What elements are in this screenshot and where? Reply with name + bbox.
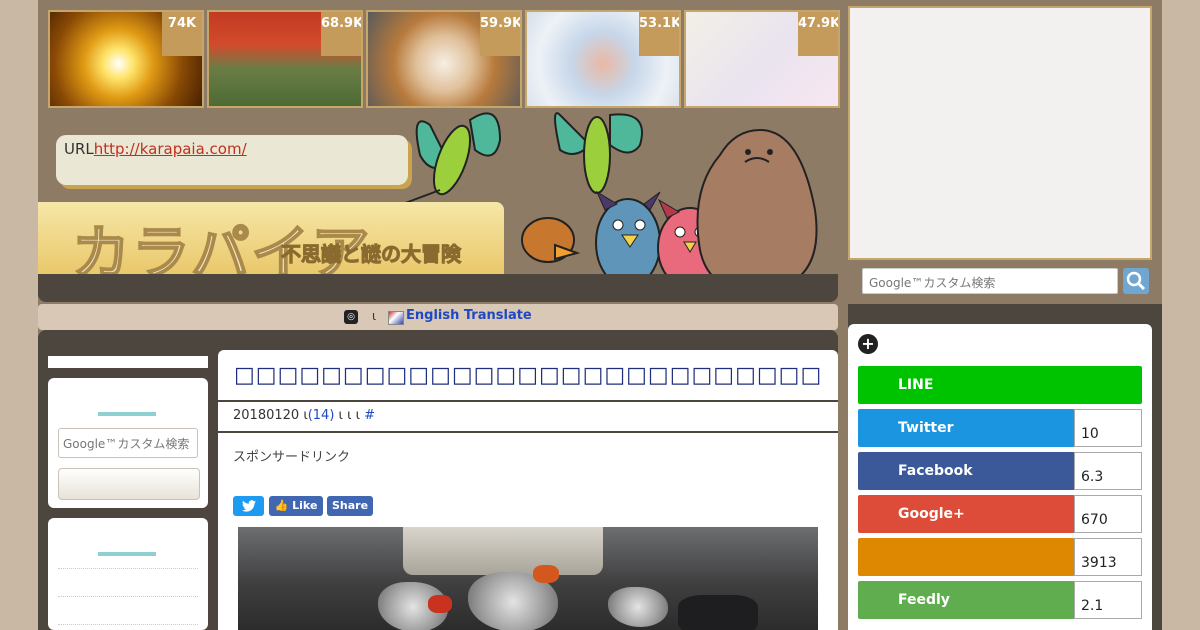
article-image [238,527,818,630]
url-label: URL [64,140,94,158]
share-row-hatena[interactable]: 3913 [858,538,1142,576]
article-meta: 20180120 ι(14) ι ι ι # [233,408,375,423]
share-row-feedly[interactable]: Feedly 2.1 [858,581,1142,619]
sidebar-list-widget [48,518,208,630]
sidebar-search-input[interactable]: Google™カスタム検索 [58,428,198,458]
list-divider [58,596,198,597]
site-tagline: 不思議と謎の大冒険 [281,242,462,267]
googleplus-share-button[interactable]: Google+ [858,495,1075,533]
bookmark-share-button[interactable] [858,538,1075,576]
meta-divider [218,431,838,433]
site-logo-banner[interactable]: カラパイア 不思議と謎の大冒険 [38,202,504,288]
foil-shape [608,587,668,627]
list-divider [58,624,198,625]
line-share-button[interactable]: LINE [858,366,1142,404]
like-label: Like [292,499,318,512]
search-icon [1126,271,1146,291]
plus-icon[interactable]: + [858,334,878,354]
facebook-share-count: 6.3 [1074,452,1142,490]
search-button[interactable] [1123,268,1149,294]
header-bottom-band [38,274,838,302]
list-divider [58,568,198,569]
rock-shape [678,595,758,630]
title-divider [218,400,838,402]
header-search-input[interactable]: Google™カスタム検索 [862,268,1118,294]
feedly-share-button[interactable]: Feedly [858,581,1075,619]
comment-count-link[interactable]: (14) [308,408,335,423]
english-translate-link[interactable]: English Translate [406,308,532,323]
widget-heading-bar [98,412,156,416]
facebook-like-button[interactable]: 👍 Like [269,496,323,516]
tweet-button[interactable] [233,496,264,516]
share-count-panel: + LINE Twitter 10 Facebook 6.3 Google+ 6… [848,324,1152,630]
article-date: 20180120 [233,408,300,423]
share-row-facebook[interactable]: Facebook 6.3 [858,452,1142,490]
bookmark-share-count: 3913 [1074,538,1142,576]
lab-tube-shape [403,527,603,575]
butterfly-mascot-icon [399,112,502,206]
sponsored-link-label: スポンサードリンク [233,450,351,465]
permalink-hash-link[interactable]: # [364,408,375,423]
site-url-box: URLhttp://karapaia.com/ [56,135,408,185]
translate-bar: ◎ ι English Translate [38,304,838,330]
twitter-share-button[interactable]: Twitter [858,409,1075,447]
feedly-share-count: 2.1 [1074,581,1142,619]
sidebar-search-button[interactable] [58,468,200,500]
brown-blob-mascot-icon [696,128,818,293]
share-row-line[interactable]: LINE [858,366,1142,404]
translate-separator: ι [372,309,377,323]
twitter-bird-icon [241,500,256,512]
twitter-share-count: 10 [1074,409,1142,447]
thumbs-up-icon: 👍 [274,499,289,512]
sidebar-header-strip [48,356,208,368]
article-title[interactable]: □□□□□□□□□□□□□□□□□□□□□□□□□□□□□□□□□□□□□□ [234,363,822,388]
share-row-twitter[interactable]: Twitter 10 [858,409,1142,447]
widget-heading-bar [98,552,156,556]
blue-bird-mascot-icon [595,190,661,288]
ad-placeholder [848,6,1152,260]
site-url-link[interactable]: http://karapaia.com/ [94,140,247,158]
googleplus-share-count: 670 [1074,495,1142,533]
meta-separator: ι ι ι [338,408,361,423]
sidebar-search-widget: Google™カスタム検索 [48,378,208,508]
orange-object-shape [533,565,559,583]
facebook-share-count-button[interactable]: Facebook [858,452,1075,490]
butterfly-mascot-2-icon [554,112,643,194]
article: □□□□□□□□□□□□□□□□□□□□□□□□□□□□□□□□□□□□□□ 2… [218,350,838,630]
globe-icon[interactable]: ◎ [344,310,358,324]
facebook-share-button[interactable]: Share [327,496,373,516]
red-object-shape [428,595,452,613]
share-row-googleplus[interactable]: Google+ 670 [858,495,1142,533]
uk-flag-icon [388,311,404,325]
